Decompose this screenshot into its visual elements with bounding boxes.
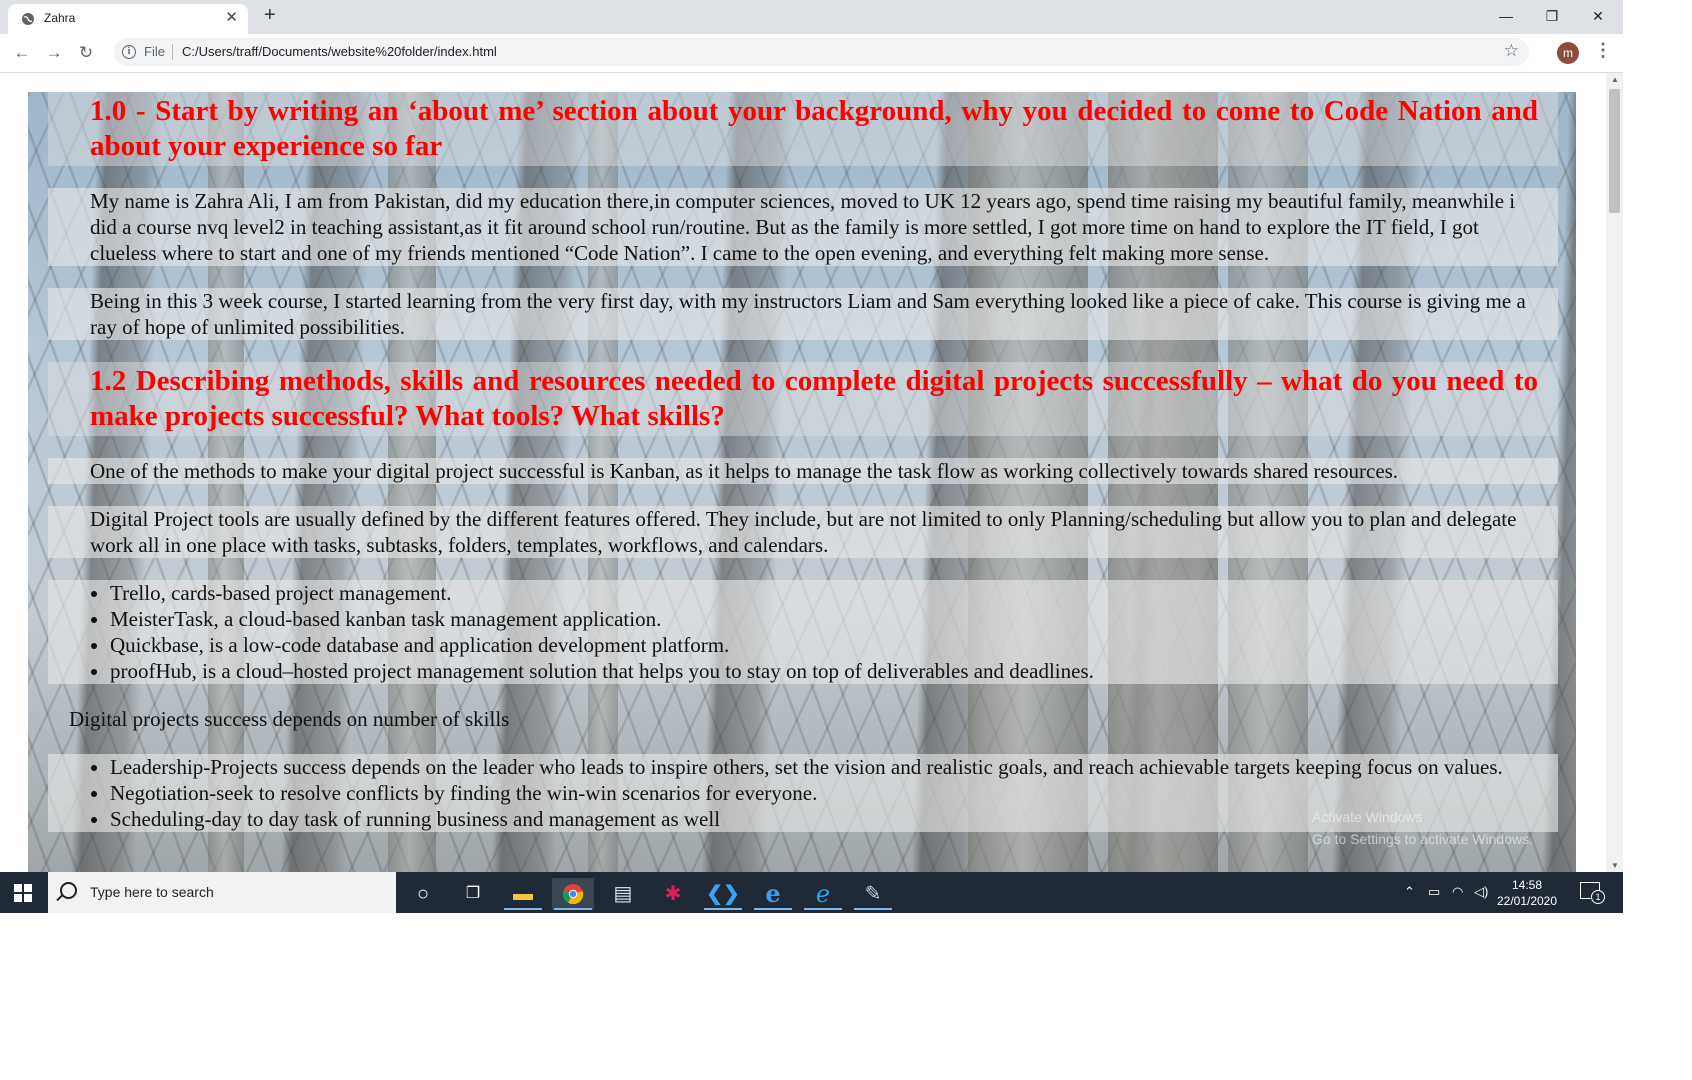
volume-icon[interactable]: ◁) bbox=[1474, 884, 1488, 900]
list-item: Quickbase, is a low-code database and ap… bbox=[110, 632, 1538, 658]
chevron-up-icon[interactable]: ⌃ bbox=[1404, 884, 1415, 900]
back-arrow-icon[interactable]: ← bbox=[10, 41, 34, 65]
omnibox-divider bbox=[172, 44, 173, 60]
page-viewport: 1.0 - Start by writing an ‘about me’ sec… bbox=[0, 73, 1606, 872]
vscode-icon[interactable]: ❮❯ bbox=[702, 878, 744, 910]
address-bar[interactable]: i File C:/Users/traff/Documents/website%… bbox=[114, 38, 1529, 66]
paint-icon[interactable]: ✎ bbox=[852, 878, 894, 910]
watermark-title: Activate Windows bbox=[1312, 809, 1423, 825]
list-item: Leadership-Projects success depends on t… bbox=[110, 754, 1538, 780]
tab-strip: Zahra ✕ + — ❐ ✕ bbox=[0, 0, 1623, 34]
taskbar-clock[interactable]: 14:58 22/01/2020 bbox=[1492, 877, 1562, 909]
ie-icon[interactable]: e bbox=[802, 878, 844, 910]
close-tab-button[interactable]: ✕ bbox=[225, 8, 238, 26]
list-item: Negotiation-seek to resolve conflicts by… bbox=[110, 780, 1538, 806]
clock-time: 14:58 bbox=[1511, 878, 1543, 892]
vertical-scrollbar[interactable]: ▲ ▼ bbox=[1606, 73, 1623, 872]
url-text[interactable]: C:/Users/traff/Documents/website%20folde… bbox=[182, 44, 497, 59]
wifi-icon[interactable]: ◠ bbox=[1452, 884, 1463, 900]
clock-date: 22/01/2020 bbox=[1496, 894, 1558, 908]
reload-icon[interactable]: ↻ bbox=[74, 41, 98, 65]
scroll-down-icon[interactable]: ▼ bbox=[1611, 861, 1619, 870]
info-icon[interactable]: i bbox=[122, 45, 136, 59]
section-heading-methods: 1.2 Describing methods, skills and resou… bbox=[48, 362, 1558, 436]
list-item: MeisterTask, a cloud-based kanban task m… bbox=[110, 606, 1538, 632]
about-paragraph: My name is Zahra Ali, I am from Pakistan… bbox=[48, 188, 1558, 266]
task-view-icon[interactable]: ❐ bbox=[452, 878, 494, 910]
battery-icon[interactable]: ▭ bbox=[1428, 884, 1440, 900]
search-placeholder: Type here to search bbox=[90, 884, 214, 900]
scheme-label: File bbox=[144, 44, 165, 59]
taskbar-search-box[interactable]: Type here to search bbox=[48, 872, 396, 913]
restore-button[interactable]: ❐ bbox=[1529, 2, 1575, 30]
screen: Zahra ✕ + — ❐ ✕ ← → ↻ i File C:/Users/tr… bbox=[0, 0, 1623, 913]
slack-icon[interactable]: ✱ bbox=[652, 878, 694, 910]
new-tab-button[interactable]: + bbox=[264, 4, 276, 27]
chrome-logo bbox=[562, 884, 584, 905]
chrome-icon[interactable] bbox=[552, 878, 594, 910]
watermark-subtitle: Go to Settings to activate Windows. bbox=[1312, 831, 1533, 847]
scroll-thumb[interactable] bbox=[1609, 89, 1620, 213]
section-heading-about: 1.0 - Start by writing an ‘about me’ sec… bbox=[48, 92, 1558, 166]
scroll-up-icon[interactable]: ▲ bbox=[1611, 75, 1619, 84]
forward-arrow-icon[interactable]: → bbox=[42, 41, 66, 65]
globe-icon bbox=[22, 13, 34, 25]
file-explorer-icon[interactable]: ▬ bbox=[502, 878, 544, 910]
notepad-icon[interactable]: ▤ bbox=[602, 878, 644, 910]
cortana-icon[interactable]: ○ bbox=[402, 878, 444, 910]
activate-windows-watermark: Activate Windows Go to Settings to activ… bbox=[1312, 806, 1533, 850]
search-icon bbox=[60, 882, 77, 899]
tools-paragraph: Digital Project tools are usually define… bbox=[48, 506, 1558, 558]
close-window-button[interactable]: ✕ bbox=[1575, 2, 1621, 30]
windows-start-icon[interactable] bbox=[14, 884, 32, 902]
browser-tab[interactable]: Zahra ✕ bbox=[8, 4, 248, 34]
list-item: proofHub, is a cloud–hosted project mana… bbox=[110, 658, 1538, 684]
menu-icon[interactable]: ⋮ bbox=[1594, 40, 1612, 61]
course-paragraph: Being in this 3 week course, I started l… bbox=[48, 288, 1558, 340]
tools-list: Trello, cards-based project management. … bbox=[48, 580, 1558, 684]
edge-icon[interactable]: e bbox=[752, 878, 794, 910]
profile-avatar[interactable]: m bbox=[1557, 42, 1579, 64]
minimize-button[interactable]: — bbox=[1483, 2, 1529, 30]
tab-title: Zahra bbox=[44, 11, 76, 25]
page-content: 1.0 - Start by writing an ‘about me’ sec… bbox=[48, 92, 1558, 832]
notification-count: 1 bbox=[1591, 890, 1605, 904]
windows-taskbar: Type here to search ○ ❐ ▬ ▤ ✱ ❮❯ e e ✎ ⌃… bbox=[0, 872, 1623, 913]
browser-toolbar: ← → ↻ i File C:/Users/traff/Documents/we… bbox=[0, 34, 1623, 73]
list-item: Trello, cards-based project management. bbox=[110, 580, 1538, 606]
kanban-paragraph: One of the methods to make your digital … bbox=[48, 458, 1558, 484]
skills-intro: Digital projects success depends on numb… bbox=[69, 707, 510, 731]
notification-icon[interactable]: 1 bbox=[1580, 882, 1605, 904]
star-icon[interactable]: ☆ bbox=[1504, 41, 1519, 61]
